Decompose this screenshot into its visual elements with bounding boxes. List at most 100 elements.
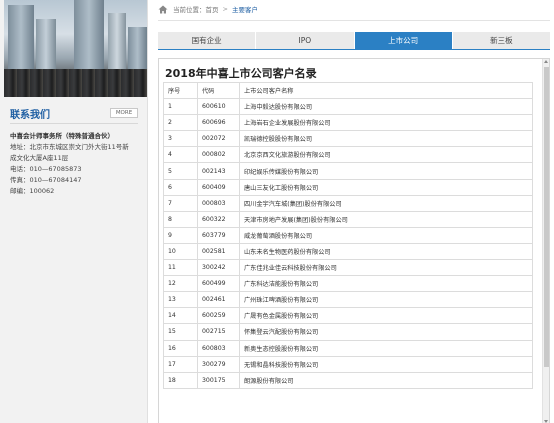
row-index: 12 [163, 275, 198, 293]
contact-info: 中喜会计师事务所（特殊普通合伙） 地址：北京市东城区崇文门外大街11号新 成文化… [10, 131, 142, 197]
table-row: 13 002461 广州珠江啤酒股份有限公司 [163, 291, 533, 309]
header-index: 序号 [163, 81, 198, 100]
table-row: 1 600610 上海中毅达股份有限公司 [163, 98, 533, 116]
row-code: 002143 [197, 162, 240, 180]
row-index: 18 [163, 371, 198, 389]
table-row: 8 600322 天津市房地产发展(集团)股份有限公司 [163, 210, 533, 228]
breadcrumb-current[interactable]: 主要客户 [232, 4, 258, 14]
breadcrumb-separator: > [222, 5, 228, 13]
scrollbar-thumb[interactable] [544, 67, 549, 367]
row-index: 16 [163, 339, 198, 357]
row-code: 002072 [197, 130, 240, 148]
contact-header: 联系我们 MORE [10, 106, 138, 122]
row-company-name: 凯瑞德控股股份有限公司 [239, 130, 533, 148]
row-company-name: 上海中毅达股份有限公司 [239, 98, 533, 116]
row-index: 7 [163, 194, 198, 212]
postcode-text: 邮编：100062 [10, 187, 55, 195]
fax-text: 传真：010—67084147 [10, 176, 82, 184]
phone-text: 电话：010—67085873 [10, 165, 82, 173]
row-code: 600499 [197, 275, 240, 293]
home-icon[interactable] [158, 5, 168, 14]
row-code: 300175 [197, 371, 240, 389]
row-code: 600610 [197, 98, 240, 116]
address-line-1: 地址：北京市东城区崇文门外大街11号新 [10, 143, 129, 151]
row-code: 300242 [197, 259, 240, 277]
row-index: 8 [163, 210, 198, 228]
row-company-name: 山东未名生物医药股份有限公司 [239, 242, 533, 261]
row-code: 000802 [197, 146, 240, 164]
table-row: 2 600696 上海岩石企业发展股份有限公司 [163, 114, 533, 132]
row-company-name: 唐山三友化工股份有限公司 [239, 178, 533, 196]
tab-ipo[interactable]: IPO [256, 32, 354, 49]
row-company-name: 无锡和晶科技股份有限公司 [239, 355, 533, 373]
row-company-name: 天津市房地产发展(集团)股份有限公司 [239, 210, 533, 228]
row-index: 6 [163, 178, 198, 196]
row-index: 2 [163, 114, 198, 132]
header-company-name: 上市公司客户名称 [239, 81, 533, 100]
row-company-name: 印纪娱乐传媒股份有限公司 [239, 162, 533, 180]
header-code: 代码 [197, 81, 240, 100]
building-shape [74, 0, 104, 77]
content-panel: 2018年中喜上市公司客户名录 序号 代码 上市公司客户名称 1 600610 上海… [158, 58, 550, 423]
table-row: 16 600803 新奥生态控股股份有限公司 [163, 339, 533, 357]
row-code: 002461 [197, 291, 240, 309]
row-index: 4 [163, 146, 198, 164]
row-company-name: 四川金宇汽车城(集团)股份有限公司 [239, 194, 533, 212]
row-index: 3 [163, 130, 198, 148]
building-shape [108, 13, 126, 77]
building-shape [8, 5, 34, 77]
row-company-name: 广东佳兆业佳云科技股份有限公司 [239, 259, 533, 277]
breadcrumb-divider [158, 20, 550, 21]
city-banner-image [4, 0, 147, 97]
row-company-name: 广州珠江啤酒股份有限公司 [239, 291, 533, 309]
address-line-2: 成文化大厦A座11层 [10, 154, 69, 162]
sidebar: 联系我们 MORE 中喜会计师事务所（特殊普通合伙） 地址：北京市东城区崇文门外… [0, 0, 148, 423]
table-row: 10 002581 山东未名生物医药股份有限公司 [163, 242, 533, 261]
vertical-scrollbar[interactable] [542, 59, 549, 423]
contact-title: 联系我们 [10, 110, 50, 121]
row-code: 002581 [197, 242, 240, 261]
row-company-name: 怀集登云汽配股份有限公司 [239, 323, 533, 341]
firm-name: 中喜会计师事务所（特殊普通合伙） [10, 132, 114, 140]
row-index: 13 [163, 291, 198, 309]
row-index: 5 [163, 162, 198, 180]
row-code: 600803 [197, 339, 240, 357]
table-header-row: 序号 代码 上市公司客户名称 [163, 81, 533, 100]
row-index: 14 [163, 307, 198, 325]
row-company-name: 广东科达洁能股份有限公司 [239, 275, 533, 293]
row-index: 11 [163, 259, 198, 277]
table-row: 12 600499 广东科达洁能股份有限公司 [163, 275, 533, 293]
row-code: 600696 [197, 114, 240, 132]
row-company-name: 威龙葡萄酒股份有限公司 [239, 226, 533, 244]
table-row: 15 002715 怀集登云汽配股份有限公司 [163, 323, 533, 341]
breadcrumb-home-link[interactable]: 首页 [206, 4, 219, 14]
row-company-name: 上海岩石企业发展股份有限公司 [239, 114, 533, 132]
row-code: 000803 [197, 194, 240, 212]
row-index: 1 [163, 98, 198, 116]
row-code: 603779 [197, 226, 240, 244]
row-company-name: 新奥生态控股股份有限公司 [239, 339, 533, 357]
table-row: 6 600409 唐山三友化工股份有限公司 [163, 178, 533, 196]
page-title: 2018年中喜上市公司客户名录 [165, 67, 317, 80]
table-row: 9 603779 威龙葡萄酒股份有限公司 [163, 226, 533, 244]
row-company-name: 广晟有色金属股份有限公司 [239, 307, 533, 325]
table-row: 5 002143 印纪娱乐传媒股份有限公司 [163, 162, 533, 180]
row-index: 15 [163, 323, 198, 341]
table-row: 14 600259 广晟有色金属股份有限公司 [163, 307, 533, 325]
tab-new-third-board[interactable]: 新三板 [452, 32, 550, 49]
client-table: 序号 代码 上市公司客户名称 1 600610 上海中毅达股份有限公司 2 600696… [163, 81, 533, 389]
breadcrumb-label: 当前位置： [173, 6, 206, 14]
row-index: 10 [163, 242, 198, 261]
row-code: 600409 [197, 178, 240, 196]
scroll-up-icon[interactable] [544, 60, 548, 63]
tab-state-owned[interactable]: 国有企业 [158, 32, 256, 49]
row-code: 002715 [197, 323, 240, 341]
table-row: 17 300279 无锡和晶科技股份有限公司 [163, 355, 533, 373]
row-company-name: 北京京西文化旅游股份有限公司 [239, 146, 533, 164]
table-row: 4 000802 北京京西文化旅游股份有限公司 [163, 146, 533, 164]
more-button[interactable]: MORE [110, 108, 138, 118]
table-row: 7 000803 四川金宇汽车城(集团)股份有限公司 [163, 194, 533, 212]
table-row: 18 300175 朗源股份有限公司 [163, 371, 533, 389]
tab-listed-companies[interactable]: 上市公司 [354, 32, 452, 49]
row-code: 300279 [197, 355, 240, 373]
